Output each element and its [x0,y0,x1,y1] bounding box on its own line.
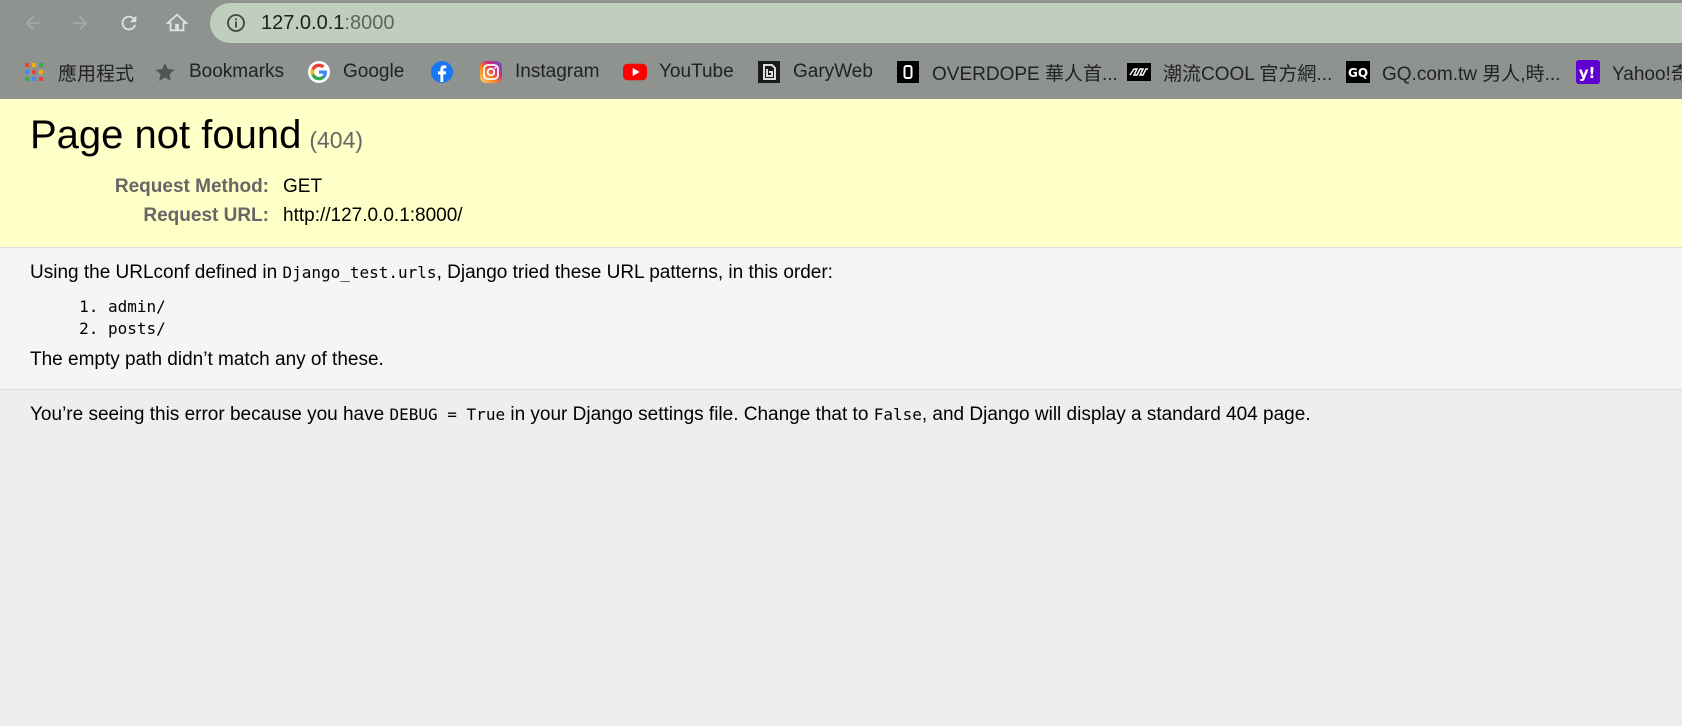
urlconf-intro-suffix: , Django tried these URL patterns, in th… [436,262,833,283]
yahoo-icon: y! [1576,60,1600,84]
star-icon [153,60,177,84]
garyweb-icon [757,60,781,84]
no-match-message: The empty path didn’t match any of these… [30,349,384,370]
bookmark-label: Bookmarks [189,61,285,82]
bookmark-instagram[interactable]: Instagram [479,57,599,87]
svg-text:y!: y! [1579,64,1596,82]
bookmark-gq[interactable]: GQ GQ.com.tw 男人,時... [1346,57,1560,87]
urlconf-intro: Using the URLconf defined in Django_test… [30,262,833,284]
browser-toolbar: 127.0.0.1:8000 [0,0,1682,46]
youtube-icon [623,60,647,84]
debug-setting: DEBUG = True [389,405,506,424]
facebook-icon [430,60,454,84]
false-value: False [873,405,922,424]
url-pattern-item: admin/ [108,296,166,318]
url-pattern-item: posts/ [108,318,166,340]
bookmark-label: GQ.com.tw 男人,時... [1382,63,1561,85]
bookmark-overdope[interactable]: OVERDOPE 華人首... [896,57,1118,87]
bookmark-label: Google [343,61,405,82]
instagram-icon [479,60,503,84]
bookmark-label: 應用程式 [58,63,135,85]
bookmark-label: Instagram [515,61,600,82]
request-method-row: Request Method: GET [0,176,1682,200]
bookmark-apps[interactable]: 應用程式 [22,57,134,87]
request-method-label: Request Method: [114,176,269,197]
bookmark-label: Yahoo!奇 [1612,63,1682,85]
urlconf-info: Using the URLconf defined in Django_test… [0,248,1682,390]
bookmark-youtube[interactable]: YouTube [623,57,734,87]
address-host: 127.0.0.1 [261,12,345,34]
bookmark-label: 潮流COOL 官方網... [1163,63,1333,85]
request-url-row: Request URL: http://127.0.0.1:8000/ [0,205,1682,229]
forward-arrow-icon[interactable] [64,8,96,38]
bookmarks-bar: 應用程式 Bookmarks Google Instagram YouTube … [0,53,1682,91]
urlconf-module: Django_test.urls [282,263,437,282]
request-method-value: GET [283,176,323,197]
google-icon [307,60,331,84]
bookmark-label: OVERDOPE 華人首... [932,63,1118,85]
home-icon[interactable] [161,8,193,38]
address-bar[interactable]: 127.0.0.1:8000 [210,3,1682,43]
apps-grid-icon [22,60,46,84]
back-arrow-icon[interactable] [17,8,49,38]
debug-explanation: You’re seeing this error because you hav… [0,390,1682,590]
gq-icon: GQ [1346,60,1370,84]
error-page: Page not found (404) Request Method: GET … [0,99,1682,726]
svg-text:GQ: GQ [1348,66,1368,80]
explanation-part3: , and Django will display a standard 404… [921,404,1311,425]
reload-icon[interactable] [113,8,145,38]
request-url-label: Request URL: [143,205,269,226]
request-url-value: http://127.0.0.1:8000/ [283,205,463,226]
status-code: (404) [309,127,364,153]
overdope-icon [896,60,920,84]
bookmark-bookmarks-folder[interactable]: Bookmarks [153,57,284,87]
bookmark-label: GaryWeb [793,61,873,82]
page-title-text: Page not found [30,113,302,157]
bookmark-google[interactable]: Google [307,57,404,87]
explanation-part1: You’re seeing this error because you hav… [30,404,390,425]
bookmark-yahoo[interactable]: y! Yahoo!奇 [1576,57,1682,87]
bookmark-garyweb[interactable]: GaryWeb [757,57,873,87]
browser-chrome: 127.0.0.1:8000 應用程式 Bookmarks Google Ins… [0,0,1682,99]
address-url[interactable]: 127.0.0.1:8000 [261,12,394,35]
bookmark-cool[interactable]: 潮流COOL 官方網... [1127,57,1332,87]
urlconf-intro-prefix: Using the URLconf defined in [30,262,283,283]
error-summary: Page not found (404) Request Method: GET … [0,99,1682,248]
address-port: :8000 [344,12,395,34]
bookmark-label: YouTube [659,61,734,82]
page-title: Page not found (404) [30,113,363,158]
site-info-icon[interactable] [226,13,246,33]
cool-icon [1127,60,1151,84]
url-pattern-list: admin/ posts/ [30,296,166,340]
bookmark-facebook[interactable] [430,57,466,87]
explanation-text: You’re seeing this error because you hav… [30,404,1311,426]
explanation-part2: in your Django settings file. Change tha… [505,404,874,425]
